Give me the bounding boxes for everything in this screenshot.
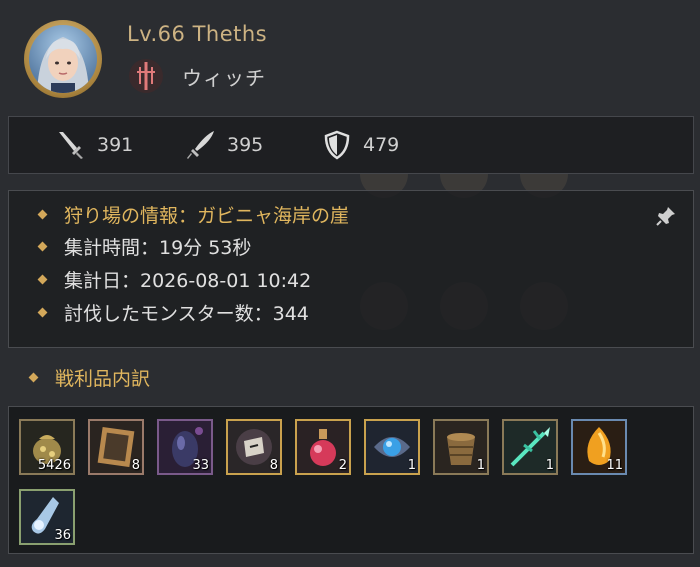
monster-count-text: 討伐したモンスター数：344 <box>64 303 309 325</box>
item-quantity: 36 <box>54 528 71 543</box>
dagger-icon <box>187 131 214 159</box>
monster-count-row: 討伐したモンスター数：344 <box>37 299 309 326</box>
loot-item-red-potion[interactable]: 2 <box>295 419 351 475</box>
item-quantity: 8 <box>131 458 140 473</box>
loot-panel: 5426 8 33 8 2 1 1 1 11 36 <box>8 406 694 554</box>
item-quantity: 1 <box>545 458 554 473</box>
hunting-ground-text: 狩り場の情報：ガビニャ海岸の崖 <box>64 205 350 227</box>
item-quantity: 2 <box>338 458 347 473</box>
witch-class-icon <box>128 58 164 94</box>
defense-value: 479 <box>363 134 400 156</box>
tally-time-row: 集計時間：19分 53秒 <box>37 233 252 260</box>
item-quantity: 8 <box>269 458 278 473</box>
sword-icon <box>59 132 83 159</box>
attack-stat: 391 <box>55 125 133 165</box>
bullet-icon <box>37 241 48 252</box>
avatar <box>29 25 97 93</box>
loot-item-blue-gem[interactable]: 1 <box>364 419 420 475</box>
defense-stat: 479 <box>321 125 399 165</box>
precision-value: 395 <box>227 134 264 156</box>
tally-date-row: 集計日：2026-08-01 10:42 <box>37 266 312 293</box>
loot-item-scroll-orb[interactable]: 8 <box>226 419 282 475</box>
hunting-ground-row: 狩り場の情報：ガビニャ海岸の崖 <box>37 201 350 228</box>
character-avatar-frame <box>24 20 102 98</box>
tally-time-text: 集計時間：19分 53秒 <box>64 237 252 259</box>
loot-item-mirror-frame[interactable]: 8 <box>88 419 144 475</box>
precision-stat: 395 <box>185 125 263 165</box>
loot-item-dark-egg[interactable]: 33 <box>157 419 213 475</box>
loot-item-green-spear[interactable]: 1 <box>502 419 558 475</box>
bullet-icon <box>37 209 48 220</box>
attack-value: 391 <box>97 134 134 156</box>
stats-bar: 391 395 479 <box>8 116 694 174</box>
item-quantity: 33 <box>192 458 209 473</box>
bullet-icon <box>28 372 39 383</box>
character-level-name: Lv.66 Theths <box>127 22 268 46</box>
loot-item-bucket[interactable]: 1 <box>433 419 489 475</box>
pin-icon[interactable] <box>655 205 677 227</box>
item-quantity: 11 <box>606 458 623 473</box>
loot-section-title: 戦利品内訳 <box>28 364 151 391</box>
item-quantity: 1 <box>476 458 485 473</box>
bullet-icon <box>37 307 48 318</box>
tally-date-text: 集計日：2026-08-01 10:42 <box>64 270 312 292</box>
shield-icon <box>324 130 350 160</box>
item-quantity: 1 <box>407 458 416 473</box>
loot-item-potion-flask[interactable]: 36 <box>19 489 75 545</box>
character-class-name: ウィッチ <box>182 66 266 90</box>
portrait-icon <box>37 37 89 93</box>
loot-title-text: 戦利品内訳 <box>55 368 151 390</box>
item-quantity: 5426 <box>37 458 71 473</box>
loot-item-gold-pouch[interactable]: 5426 <box>19 419 75 475</box>
hunting-info-panel: 狩り場の情報：ガビニャ海岸の崖 集計時間：19分 53秒 集計日：2026-08… <box>8 190 694 348</box>
bullet-icon <box>37 274 48 285</box>
loot-item-orange-crystal[interactable]: 11 <box>571 419 627 475</box>
